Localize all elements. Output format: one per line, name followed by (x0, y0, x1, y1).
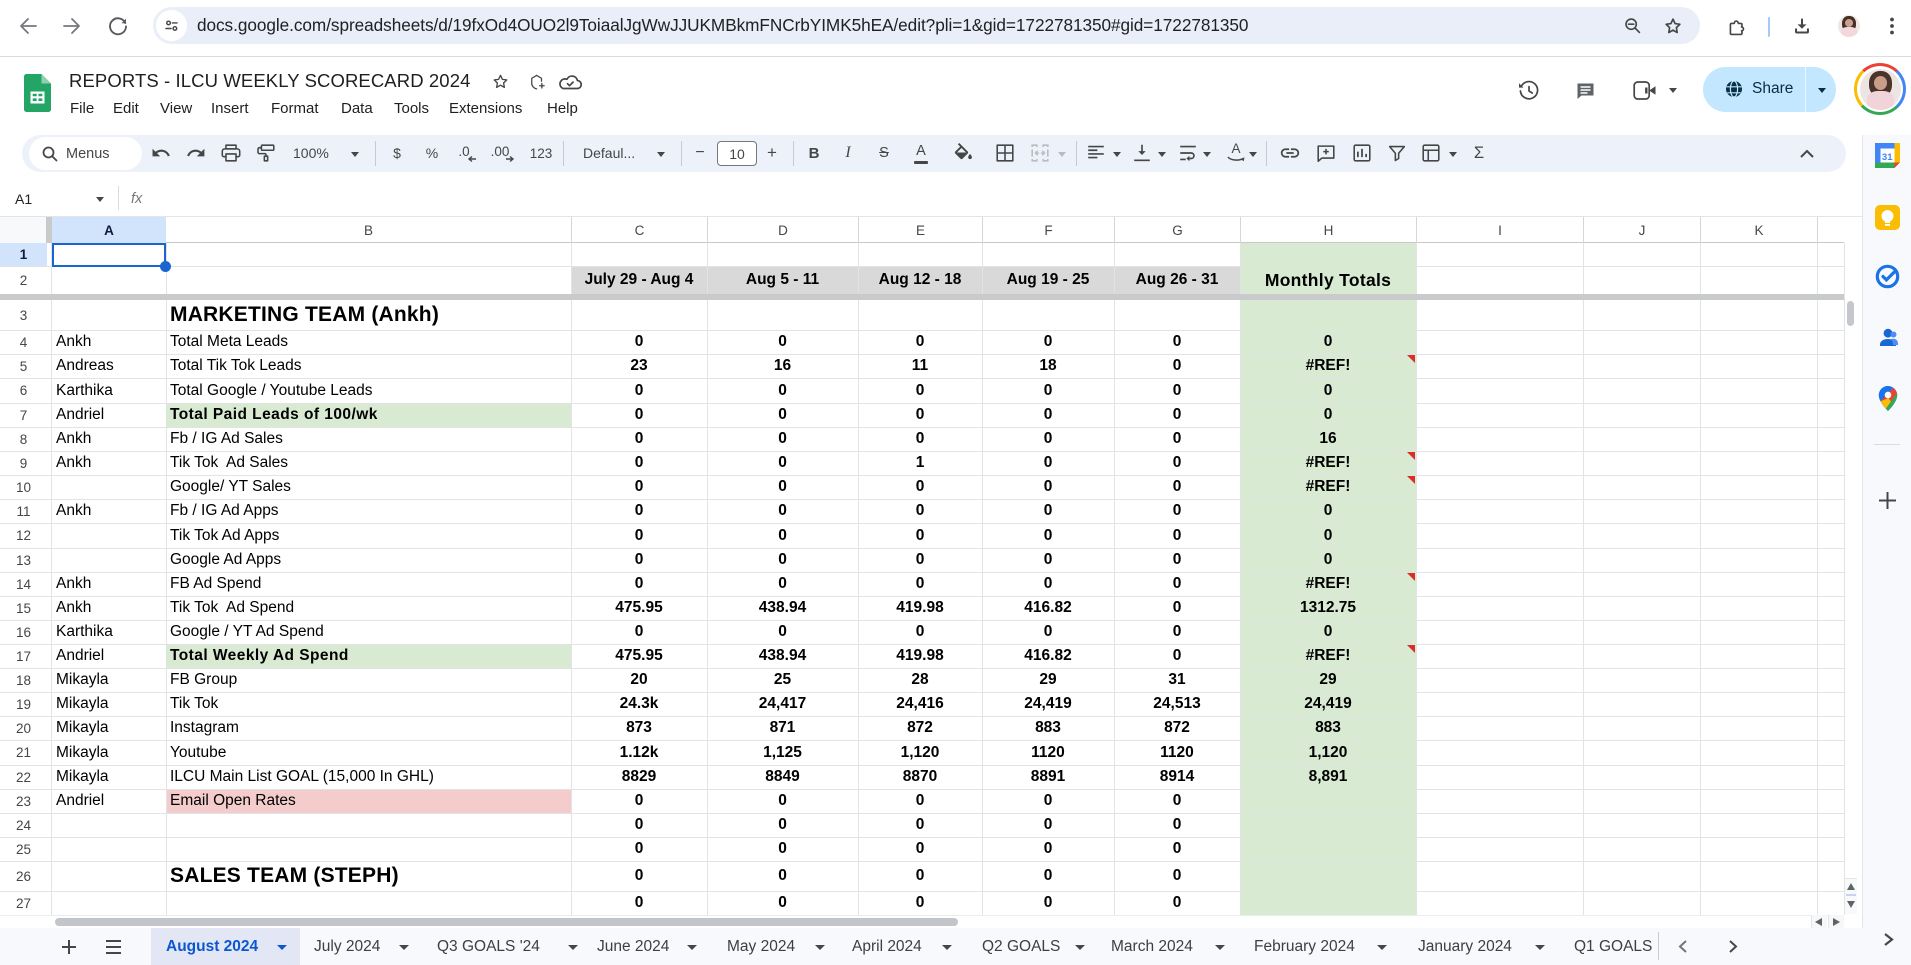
svg-text:31: 31 (1882, 152, 1893, 163)
